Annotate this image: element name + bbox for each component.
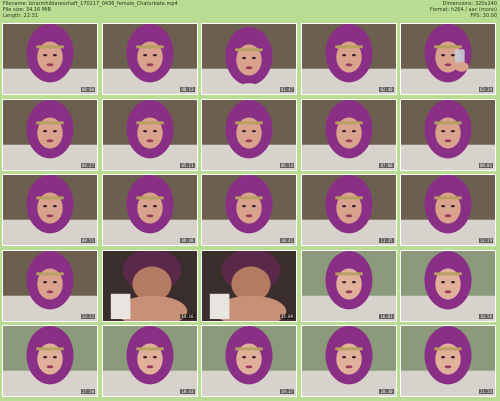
video-thumbnail: 04:27 <box>2 98 98 171</box>
thumbnail-timestamp: 05:21 <box>180 162 195 168</box>
fps-text: FPS: 30.00 <box>470 13 497 20</box>
thumbnail-timestamp: 14:16 <box>180 313 195 319</box>
video-thumbnail: 10:42 <box>201 174 297 246</box>
thumbnail-timestamp: 19:37 <box>279 389 294 394</box>
video-thumbnail: 18:43 <box>101 325 198 397</box>
file-info-right: Dimensions: 320x240 Format: h264 / aac (… <box>430 1 497 20</box>
video-thumbnail: 03:34 <box>400 23 496 95</box>
file-info-header: Filename: briarmhildaresshaft_170217_043… <box>0 0 500 22</box>
thumbnail-grid: 00:00 00:53 01:47 02:40 03:34 04:27 05:2… <box>2 23 498 399</box>
video-thumbnail: 16:03 <box>300 249 397 322</box>
thumbnail-timestamp: 07:08 <box>379 162 394 168</box>
video-thumbnail: 09:48 <box>101 174 198 246</box>
thumbnail-timestamp: 17:50 <box>80 389 95 394</box>
thumbnail-timestamp: 15:09 <box>279 313 294 319</box>
thumbnail-timestamp: 12:29 <box>478 238 493 243</box>
thumbnail-timestamp: 20:30 <box>379 389 394 394</box>
thumbnail-timestamp: 18:43 <box>180 389 195 394</box>
thumbnail-timestamp: 13:22 <box>80 313 95 319</box>
video-thumbnail: 00:53 <box>101 23 198 95</box>
video-thumbnail: 14:16 <box>101 249 198 322</box>
thumbnail-timestamp: 00:53 <box>180 87 195 92</box>
video-thumbnail: 08:01 <box>400 98 496 171</box>
thumbnail-timestamp: 11:35 <box>379 238 394 243</box>
video-thumbnail: 06:14 <box>201 98 297 171</box>
video-thumbnail: 02:40 <box>300 23 397 95</box>
thumbnail-timestamp: 06:14 <box>279 162 294 168</box>
thumbnail-timestamp: 03:34 <box>478 87 493 92</box>
thumbnail-timestamp: 10:42 <box>279 238 294 243</box>
thumbnail-timestamp: 08:01 <box>478 162 493 168</box>
video-thumbnail: 17:50 <box>2 325 98 397</box>
length-text: Length: 22:31 <box>3 13 38 20</box>
video-thumbnail: 19:37 <box>201 325 297 397</box>
thumbnail-timestamp: 01:47 <box>279 87 294 92</box>
thumbnail-timestamp: 00:00 <box>80 87 95 92</box>
thumbnail-timestamp: 04:27 <box>80 162 95 168</box>
video-thumbnail: 07:08 <box>300 98 397 171</box>
file-info-left: Filename: briarmhildaresshaft_170217_043… <box>3 1 178 20</box>
thumbnail-timestamp: 16:03 <box>379 313 394 319</box>
thumbnail-timestamp: 08:55 <box>80 238 95 243</box>
thumbnail-timestamp: 02:40 <box>379 87 394 92</box>
thumbnail-timestamp: 09:48 <box>180 238 195 243</box>
video-thumbnail: 01:47 <box>201 23 297 95</box>
video-thumbnail: 21:24 <box>400 325 496 397</box>
video-thumbnail: 08:55 <box>2 174 98 246</box>
video-thumbnail: 05:21 <box>101 98 198 171</box>
video-thumbnail: 20:30 <box>300 325 397 397</box>
video-thumbnail: 16:56 <box>400 249 496 322</box>
video-thumbnail: 12:29 <box>400 174 496 246</box>
video-thumbnail: 13:22 <box>2 249 98 322</box>
video-thumbnail: 15:09 <box>201 249 297 322</box>
thumbnail-timestamp: 21:24 <box>478 389 493 394</box>
video-thumbnail: 11:35 <box>300 174 397 246</box>
thumbnail-timestamp: 16:56 <box>478 313 493 319</box>
video-thumbnail: 00:00 <box>2 23 98 95</box>
